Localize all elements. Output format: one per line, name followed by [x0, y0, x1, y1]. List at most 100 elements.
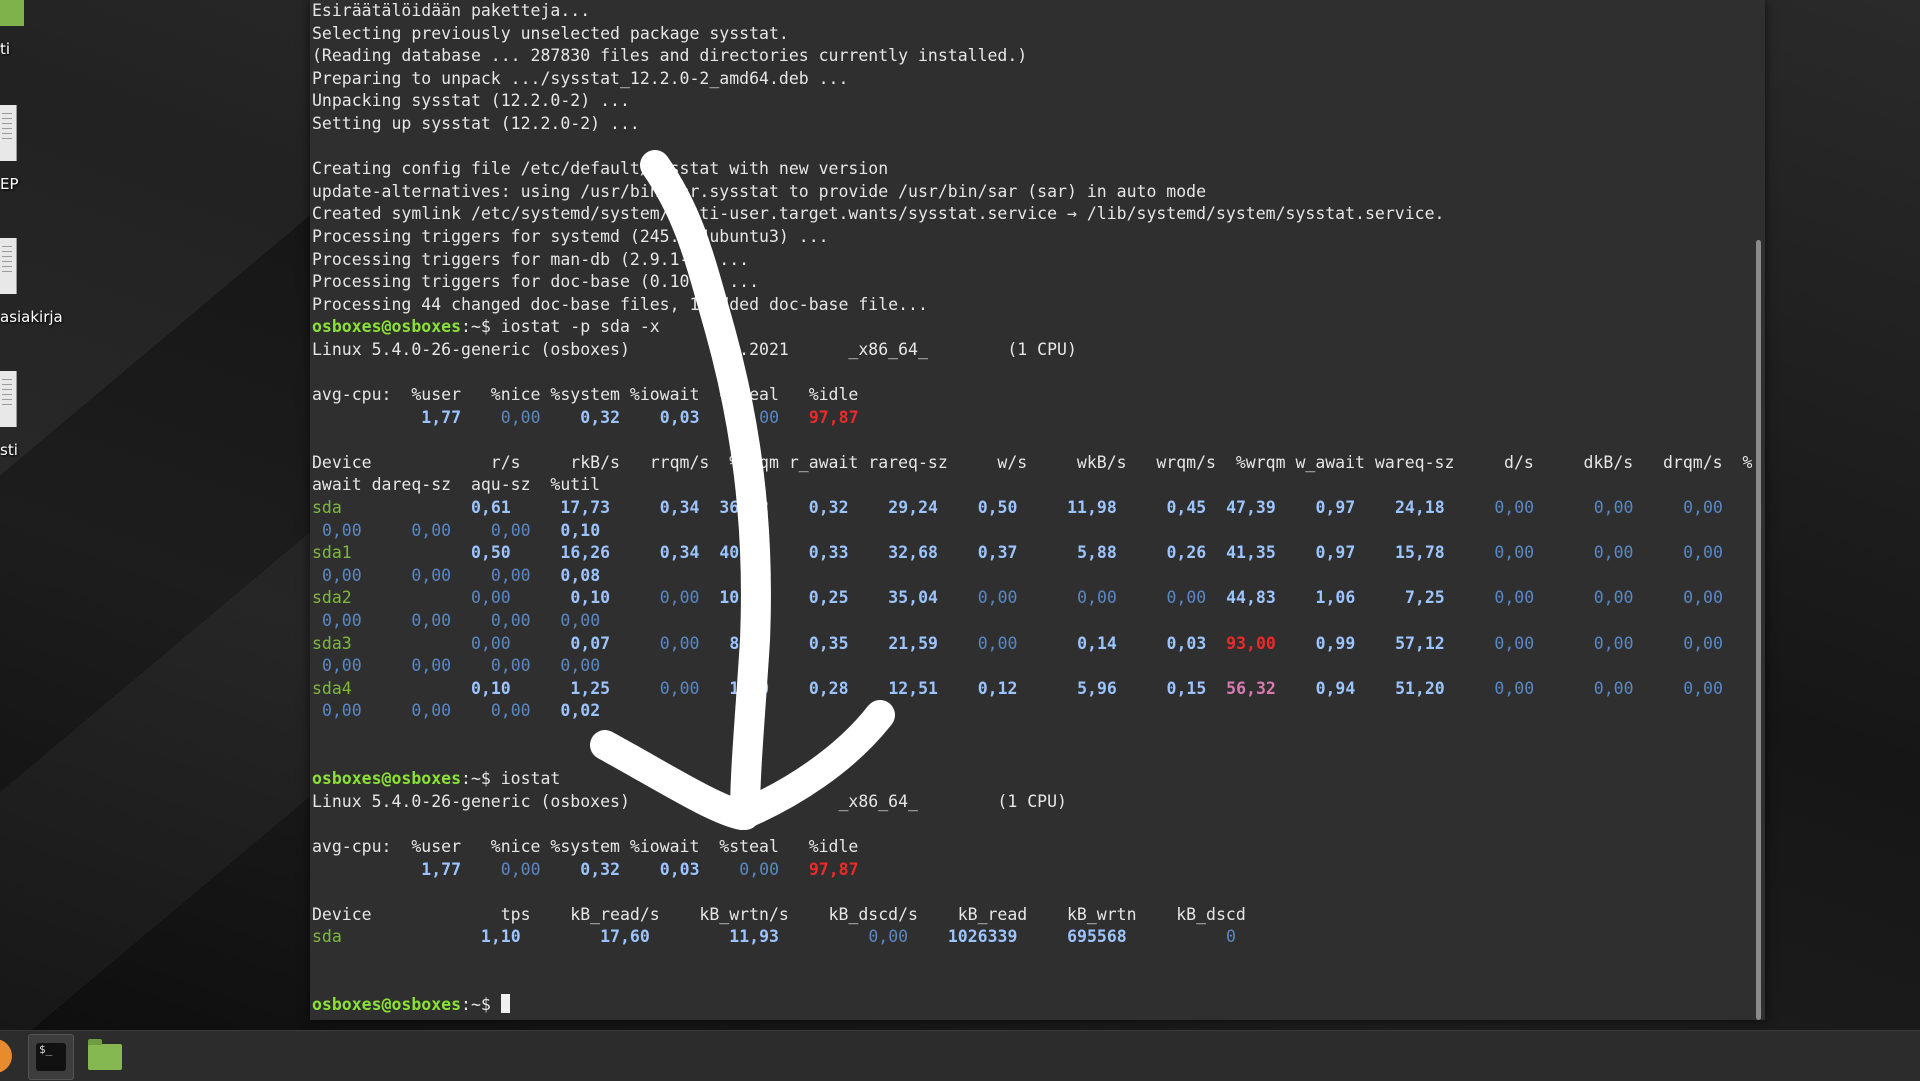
- desktop-icon-document[interactable]: EP: [0, 105, 70, 195]
- terminal-text: 0,00: [321, 565, 362, 585]
- menu-button[interactable]: [0, 1039, 12, 1073]
- terminal-text: 0,34: [659, 498, 700, 518]
- terminal-line: Processing triggers for man-db (2.9.1-1)…: [312, 249, 1752, 272]
- terminal-text: 0,00: [739, 859, 780, 879]
- terminal-text: 0,00: [321, 701, 362, 721]
- terminal-text: 1,06: [1315, 588, 1356, 608]
- terminal-text: Processing 44 changed doc-base files, 1 …: [312, 294, 928, 314]
- terminal-text: avg-cpu: %user %nice %system %iowait %st…: [312, 836, 859, 856]
- terminal-text: 0,00: [500, 859, 541, 879]
- terminal-text: 0,00: [1593, 543, 1634, 563]
- terminal-line: Linux 5.4.0-26-generic (osboxes) 05.2021…: [312, 339, 1752, 362]
- terminal-line: avg-cpu: %user %nice %system %iowait %st…: [312, 384, 1752, 407]
- files-launcher[interactable]: [82, 1034, 126, 1078]
- terminal-line: Processing triggers for doc-base (0.10.9…: [312, 271, 1752, 294]
- terminal-text: 7,25: [1404, 588, 1445, 608]
- terminal-text: 0,00: [977, 588, 1018, 608]
- terminal-line: Preparing to unpack .../sysstat_12.2.0-2…: [312, 68, 1752, 91]
- terminal-text: 1,00: [729, 678, 770, 698]
- terminal-line: Unpacking sysstat (12.2.0-2) ...: [312, 90, 1752, 113]
- terminal-scrollbar[interactable]: [1756, 240, 1761, 1020]
- terminal-text: 29,24: [888, 498, 938, 518]
- terminal-text: :~$ iostat -p sda -x: [461, 317, 660, 337]
- terminal-text: 0,00: [500, 407, 541, 427]
- terminal-text: 0,00: [411, 611, 452, 631]
- terminal-text: 36,12: [719, 498, 770, 518]
- terminal-text: 0,00: [977, 633, 1018, 653]
- taskbar: $_: [0, 1030, 1920, 1081]
- terminal-line: Processing 44 changed doc-base files, 1 …: [312, 294, 1752, 317]
- terminal-text: 0,00: [1683, 588, 1723, 608]
- terminal-text: 0,00: [659, 678, 700, 698]
- terminal-text: 5,96: [1077, 678, 1117, 698]
- terminal-line: 0,00 0,00 0,00 0,10: [312, 520, 1752, 543]
- terminal-line: sda4 0,10 1,25 0,00 1,00 0,28 12,51 0,12…: [312, 678, 1752, 701]
- terminal-text: 57,12: [1395, 633, 1445, 653]
- terminal-text: Device r/s rkB/s rrqm/s %rrqm r_await ra…: [312, 452, 1752, 472]
- terminal-text: :~$: [461, 995, 501, 1015]
- terminal-text: 0,37: [977, 543, 1018, 563]
- terminal-window[interactable]: Esiräätälöidään paketteja... Selecting pr…: [310, 0, 1765, 1020]
- terminal-launcher[interactable]: $_: [28, 1034, 74, 1080]
- terminal-text: 15,78: [1395, 543, 1445, 563]
- terminal-text: 97,87: [808, 859, 859, 879]
- terminal-output[interactable]: Esiräätälöidään paketteja... Selecting pr…: [310, 0, 1752, 1020]
- desktop-icon-document[interactable]: asiakirja: [0, 238, 70, 328]
- terminal-text: 21,59: [888, 633, 938, 653]
- desktop-icon-label: sti: [0, 441, 18, 459]
- terminal-text: 0,00: [1494, 588, 1535, 608]
- terminal-line: sda 0,61 17,73 0,34 36,12 0,32 29,24 0,5…: [312, 497, 1752, 520]
- desktop-icon-document[interactable]: sti: [0, 371, 70, 461]
- terminal-line: 1,77 0,00 0,32 0,03 0,00 97,87: [312, 859, 1752, 882]
- terminal-text: 0,97: [1315, 543, 1356, 563]
- terminal-text: 0,32: [808, 498, 849, 518]
- terminal-text: 40,58: [719, 543, 770, 563]
- terminal-text: 1,77: [421, 859, 462, 879]
- terminal-text: 0,50: [470, 543, 511, 563]
- shell-prompt: osboxes@osboxes: [312, 769, 462, 789]
- terminal-text: 0,50: [977, 498, 1018, 518]
- terminal-text: 0,03: [659, 407, 700, 427]
- terminal-line: osboxes@osboxes:~$ iostat -p sda -x: [312, 316, 1752, 339]
- terminal-text: 11,98: [1067, 498, 1117, 518]
- terminal-line: Device tps kB_read/s kB_wrtn/s kB_dscd/s…: [312, 904, 1752, 927]
- desktop-icon-folder[interactable]: ti: [0, 0, 70, 60]
